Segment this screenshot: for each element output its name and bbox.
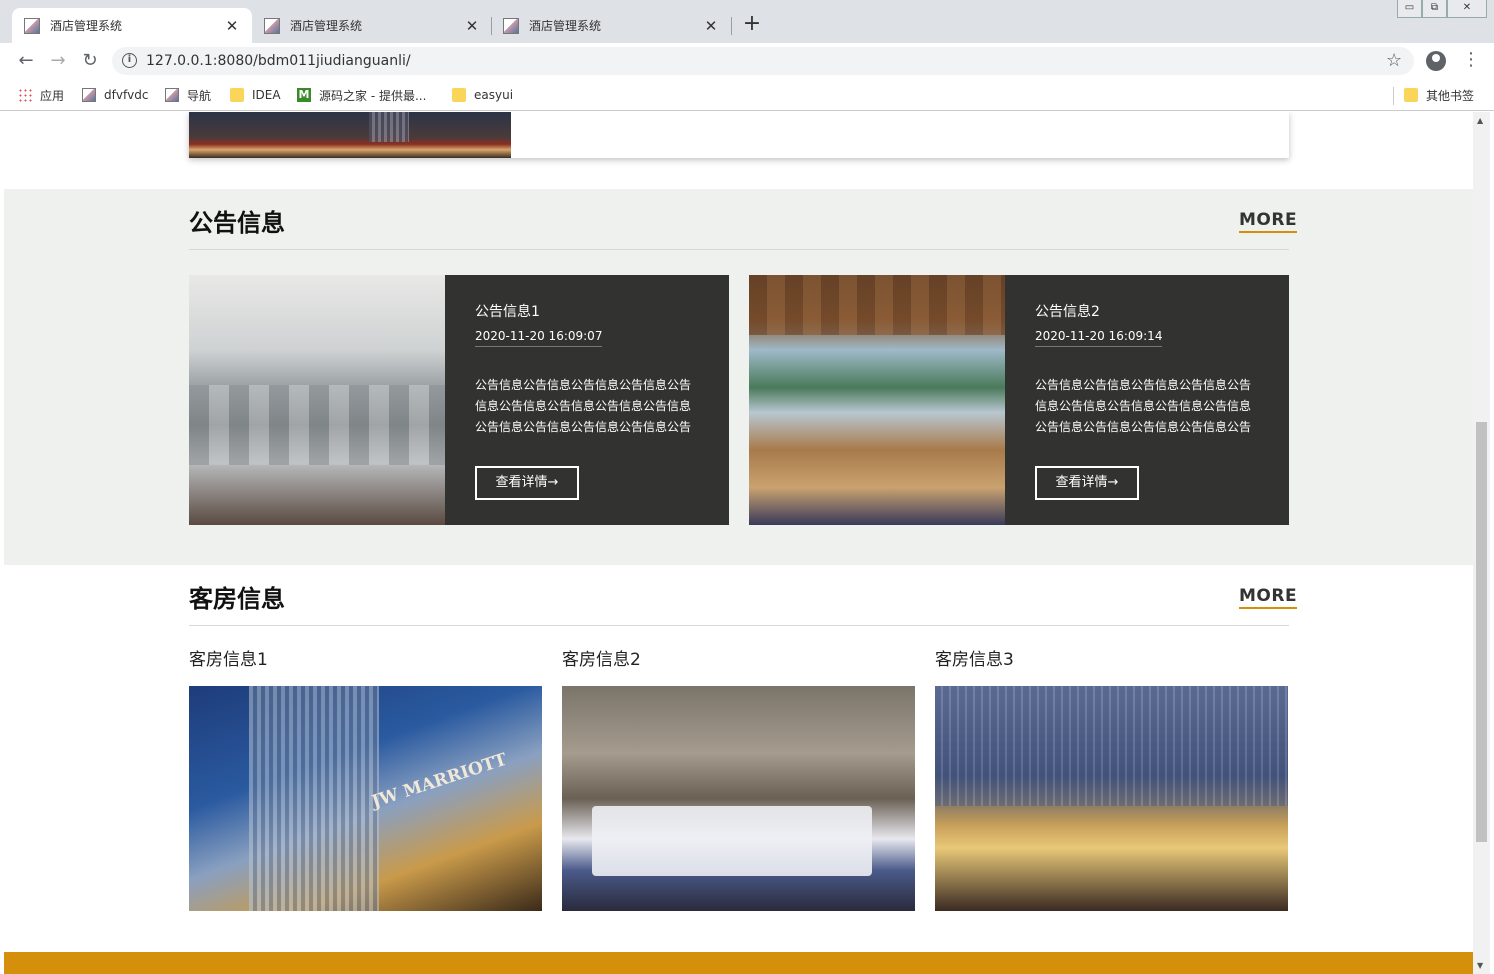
rooms-more-link[interactable]: MORE bbox=[1239, 586, 1298, 609]
room-title[interactable]: 客房信息2 bbox=[562, 645, 641, 670]
minimize-window-icon[interactable]: ▭ bbox=[1397, 0, 1422, 18]
close-tab-icon[interactable]: ✕ bbox=[703, 17, 719, 35]
bookmark-yuanma[interactable]: M 源码之家 - 提供最... bbox=[297, 85, 426, 105]
section-divider bbox=[189, 249, 1289, 250]
bookmark-other[interactable]: 其他书签 bbox=[1404, 85, 1474, 105]
address-bar[interactable]: i 127.0.0.1:8080/bdm011jiudianguanli/ bbox=[112, 47, 1414, 75]
bookmark-star-icon[interactable]: ☆ bbox=[1386, 50, 1402, 71]
folder-icon bbox=[1404, 88, 1418, 102]
browser-tab-2[interactable]: 酒店管理系统 ✕ bbox=[252, 8, 492, 43]
room-title[interactable]: 客房信息1 bbox=[189, 645, 268, 670]
notice-content: 公告信息公告信息公告信息公告信息公告信息公告信息公告信息公告信息公告信息公告信息… bbox=[475, 378, 692, 434]
apps-icon bbox=[18, 88, 32, 102]
bookmark-apps[interactable]: 应用 bbox=[18, 85, 64, 105]
site-info-icon[interactable]: i bbox=[122, 53, 137, 68]
bookmark-separator bbox=[1393, 87, 1394, 105]
bookmark-idea[interactable]: IDEA bbox=[230, 85, 281, 105]
forward-arrow-icon[interactable]: → bbox=[46, 49, 70, 73]
section-title: 客房信息 bbox=[189, 585, 285, 613]
page-viewport: 公告信息 MORE 公告信息1 2020-11-20 16:09:07 公告信息… bbox=[4, 112, 1473, 974]
bookmark-label: 导航 bbox=[187, 88, 212, 103]
maximize-window-icon[interactable]: ⧉ bbox=[1422, 0, 1447, 18]
bookmark-label: IDEA bbox=[252, 88, 281, 102]
section-title: 公告信息 bbox=[189, 209, 285, 237]
page-favicon-icon bbox=[24, 17, 40, 34]
bookmark-label: easyui bbox=[474, 88, 514, 102]
notice-title[interactable]: 公告信息2 bbox=[1035, 301, 1100, 321]
view-details-button[interactable]: 查看详情→ bbox=[1035, 466, 1139, 500]
notice-image[interactable] bbox=[189, 275, 445, 525]
bookmark-label: 其他书签 bbox=[1426, 88, 1475, 103]
bookmark-dfvfvdc[interactable]: dfvfvdc bbox=[82, 85, 148, 105]
room-title[interactable]: 客房信息3 bbox=[935, 645, 1014, 670]
notice-card[interactable]: 公告信息1 2020-11-20 16:09:07 公告信息公告信息公告信息公告… bbox=[189, 275, 729, 525]
notice-image[interactable] bbox=[749, 275, 1005, 525]
page-favicon-icon bbox=[503, 17, 519, 34]
bookmark-easyui[interactable]: easyui bbox=[452, 85, 513, 105]
browser-toolbar: ← → ↻ i 127.0.0.1:8080/bdm011jiudianguan… bbox=[0, 43, 1494, 79]
room-image[interactable] bbox=[189, 686, 542, 911]
folder-icon bbox=[452, 88, 466, 102]
close-tab-icon[interactable]: ✕ bbox=[224, 17, 240, 35]
notice-title[interactable]: 公告信息1 bbox=[475, 301, 540, 321]
new-tab-button[interactable]: + bbox=[740, 13, 764, 37]
image-icon bbox=[165, 88, 179, 102]
notice-date: 2020-11-20 16:09:14 bbox=[1035, 329, 1163, 347]
close-tab-icon[interactable]: ✕ bbox=[464, 17, 480, 35]
tab-title: 酒店管理系统 bbox=[290, 19, 363, 33]
url-text[interactable]: 127.0.0.1:8080/bdm011jiudianguanli/ bbox=[146, 53, 411, 69]
browser-tab-1[interactable]: 酒店管理系统 ✕ bbox=[12, 8, 252, 43]
bookmark-label: dfvfvdc bbox=[104, 88, 149, 102]
notice-more-link[interactable]: MORE bbox=[1239, 210, 1298, 233]
banner-image bbox=[189, 112, 511, 158]
view-details-button[interactable]: 查看详情→ bbox=[475, 466, 579, 500]
scroll-down-arrow-icon[interactable]: ▼ bbox=[1477, 961, 1483, 970]
page-favicon-icon bbox=[264, 17, 280, 34]
scrollbar-thumb[interactable] bbox=[1476, 422, 1487, 842]
scroll-up-arrow-icon[interactable]: ▲ bbox=[1477, 116, 1483, 125]
bookmark-nav[interactable]: 导航 bbox=[165, 85, 211, 105]
browser-tab-3[interactable]: 酒店管理系统 ✕ bbox=[491, 8, 731, 43]
bookmarks-bar: 应用 dfvfvdc 导航 IDEA M 源码之家 - 提供最... easyu… bbox=[0, 79, 1494, 111]
room-image[interactable] bbox=[562, 686, 915, 911]
tab-separator bbox=[731, 17, 732, 35]
notice-date: 2020-11-20 16:09:07 bbox=[475, 329, 603, 347]
notice-card[interactable]: 公告信息2 2020-11-20 16:09:14 公告信息公告信息公告信息公告… bbox=[749, 275, 1289, 525]
m-icon: M bbox=[297, 88, 311, 102]
banner-card bbox=[189, 112, 1289, 158]
notice-section: 公告信息 MORE 公告信息1 2020-11-20 16:09:07 公告信息… bbox=[4, 189, 1473, 565]
bookmark-label: 源码之家 - 提供最... bbox=[319, 88, 427, 103]
browser-tab-strip: 酒店管理系统 ✕ 酒店管理系统 ✕ 酒店管理系统 ✕ + ▭ ⧉ ✕ bbox=[0, 0, 1494, 43]
section-divider bbox=[189, 625, 1289, 626]
footer-bar bbox=[4, 952, 1473, 974]
tab-title: 酒店管理系统 bbox=[50, 19, 123, 33]
reload-icon[interactable]: ↻ bbox=[78, 49, 102, 73]
page-scrollbar[interactable]: ▲ ▼ bbox=[1473, 112, 1490, 974]
bookmark-label: 应用 bbox=[40, 88, 65, 103]
back-arrow-icon[interactable]: ← bbox=[14, 49, 38, 73]
image-icon bbox=[82, 88, 96, 102]
profile-avatar-icon[interactable] bbox=[1426, 51, 1446, 71]
browser-menu-icon[interactable]: ⋮ bbox=[1462, 49, 1480, 70]
close-window-icon[interactable]: ✕ bbox=[1447, 0, 1487, 18]
room-image[interactable] bbox=[935, 686, 1288, 911]
folder-icon bbox=[230, 88, 244, 102]
tab-title: 酒店管理系统 bbox=[529, 19, 602, 33]
notice-content: 公告信息公告信息公告信息公告信息公告信息公告信息公告信息公告信息公告信息公告信息… bbox=[1035, 378, 1252, 434]
